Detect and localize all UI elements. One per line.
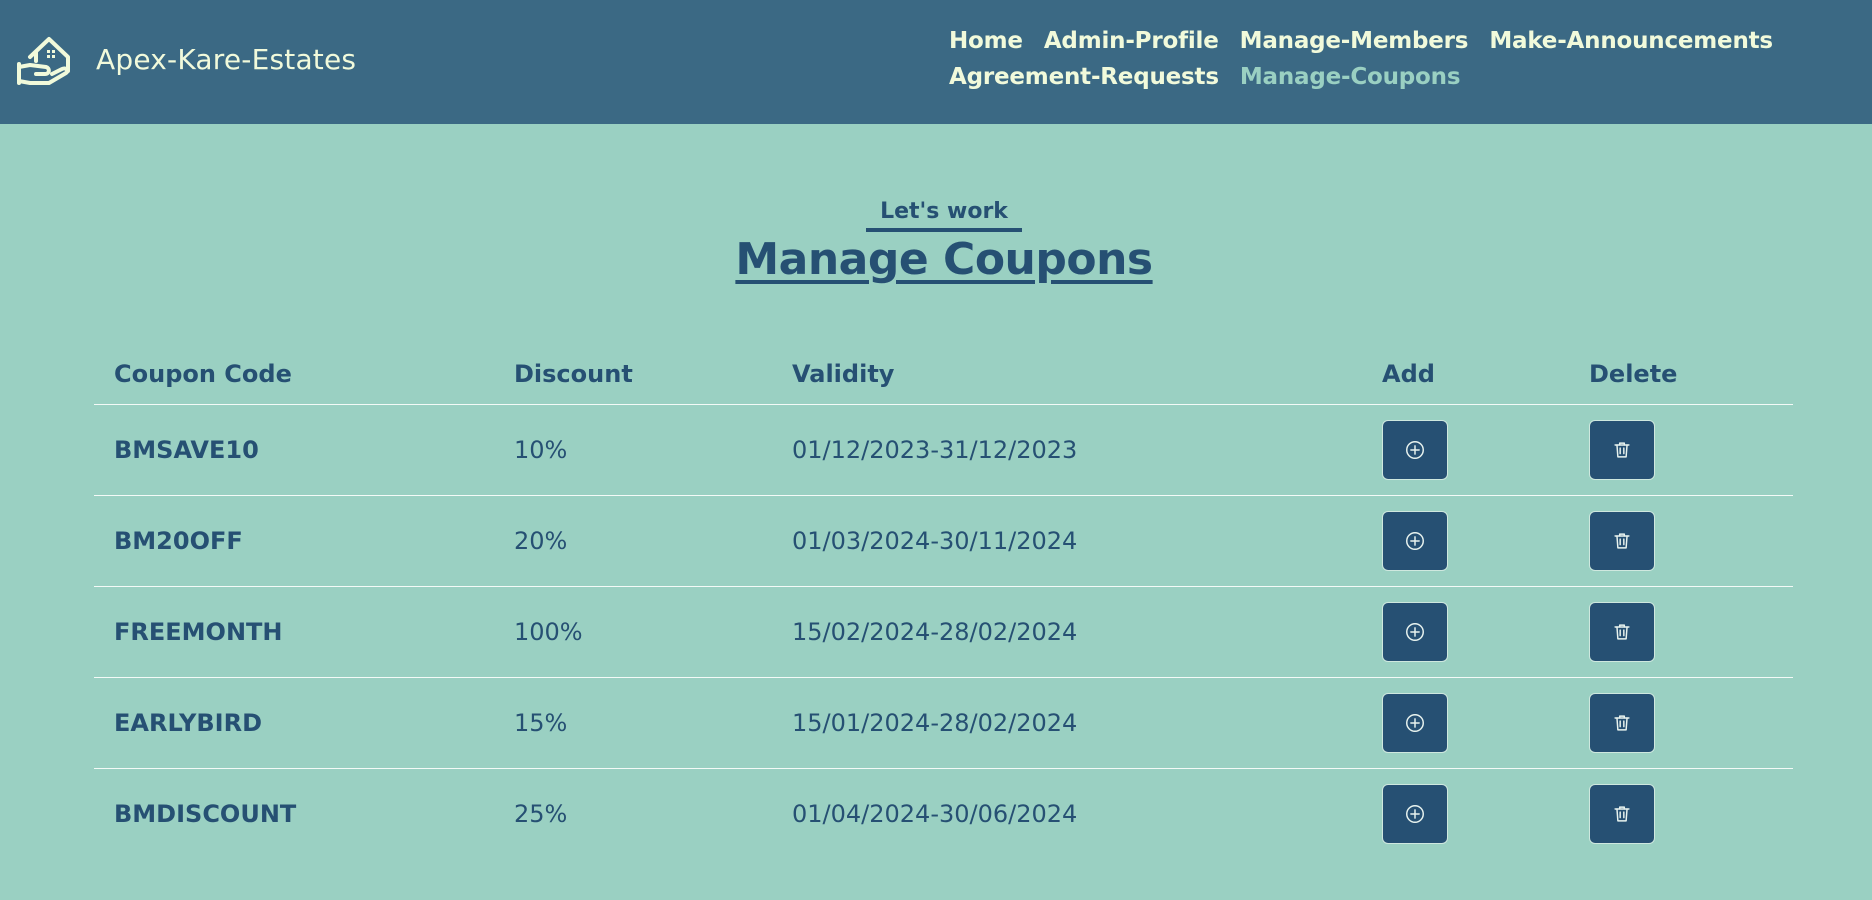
add-cell (1362, 495, 1569, 587)
page-title: Manage Coupons (735, 234, 1153, 285)
table-header-row: Coupon Code Discount Validity Add Delete (94, 344, 1793, 405)
trash-icon (1614, 623, 1630, 640)
header-discount: Discount (494, 344, 772, 405)
plus-circle-icon (1406, 440, 1424, 459)
delete-coupon-button[interactable] (1589, 783, 1655, 844)
coupons-table: Coupon Code Discount Validity Add Delete… (94, 344, 1793, 859)
page-heading: Let's work Manage Coupons (0, 198, 1872, 288)
table-row: BM20OFF 20% 01/03/2024-30/11/2024 (94, 495, 1793, 587)
delete-coupon-button[interactable] (1589, 601, 1655, 662)
brand[interactable]: Apex-Kare-Estates (16, 30, 356, 88)
table-row: EARLYBIRD 15% 15/01/2024-28/02/2024 (94, 677, 1793, 769)
trash-icon (1614, 532, 1630, 549)
page-subtitle: Let's work (866, 198, 1022, 232)
coupon-code: BM20OFF (94, 495, 494, 587)
coupon-code: EARLYBIRD (94, 677, 494, 769)
delete-cell (1569, 768, 1793, 859)
add-coupon-button[interactable] (1382, 510, 1448, 571)
coupon-discount: 25% (514, 799, 568, 828)
delete-coupon-button[interactable] (1589, 419, 1655, 480)
coupon-validity: 01/04/2024-30/06/2024 (792, 799, 1078, 828)
nav-admin-profile[interactable]: Admin-Profile (1044, 26, 1219, 56)
trash-icon (1614, 806, 1630, 822)
house-hand-icon (17, 37, 70, 85)
nav-manage-members[interactable]: Manage-Members (1240, 26, 1469, 56)
plus-circle-icon (1406, 622, 1424, 641)
coupon-validity: 15/02/2024-28/02/2024 (772, 586, 1362, 678)
coupon-discount: 100% (494, 586, 772, 678)
add-cell (1362, 404, 1569, 496)
plus-circle-icon (1406, 804, 1424, 823)
nav-agreement-requests[interactable]: Agreement-Requests (949, 62, 1219, 92)
add-cell (1362, 586, 1569, 678)
coupon-code: BMDISCOUNT (114, 799, 297, 828)
nav-make-announcements[interactable]: Make-Announcements (1489, 26, 1773, 56)
table-row: BMSAVE10 10% 01/12/2023-31/12/2023 (94, 404, 1793, 496)
table-row: BMDISCOUNT 25% 01/04/2024-30/06/2024 (94, 768, 1793, 859)
plus-circle-icon (1406, 531, 1424, 550)
coupon-validity: 01/12/2023-31/12/2023 (772, 404, 1362, 496)
header-validity: Validity (772, 344, 1362, 405)
add-coupon-button[interactable] (1382, 692, 1448, 753)
nav-home[interactable]: Home (949, 26, 1023, 56)
coupon-validity: 01/03/2024-30/11/2024 (772, 495, 1362, 587)
delete-cell (1569, 677, 1793, 769)
header-delete: Delete (1569, 344, 1793, 405)
add-coupon-button[interactable] (1382, 419, 1448, 480)
navbar: Apex-Kare-Estates Home Admin-Profile Man… (0, 0, 1872, 124)
header-add: Add (1362, 344, 1569, 405)
delete-coupon-button[interactable] (1589, 510, 1655, 571)
add-coupon-button[interactable] (1382, 601, 1448, 662)
add-coupon-button[interactable] (1382, 783, 1448, 844)
delete-cell (1569, 404, 1793, 496)
coupon-discount: 10% (494, 404, 772, 496)
coupon-discount: 20% (494, 495, 772, 587)
add-cell (1362, 768, 1569, 859)
header-coupon-code: Coupon Code (94, 344, 494, 405)
trash-icon (1614, 441, 1630, 458)
delete-coupon-button[interactable] (1589, 692, 1655, 753)
coupon-code: BMSAVE10 (94, 404, 494, 496)
main-nav: Home Admin-Profile Manage-Members Make-A… (949, 26, 1829, 92)
plus-circle-icon (1406, 713, 1424, 732)
delete-cell (1569, 586, 1793, 678)
coupon-validity: 15/01/2024-28/02/2024 (772, 677, 1362, 769)
add-cell (1362, 677, 1569, 769)
trash-icon (1614, 714, 1630, 731)
coupon-code: FREEMONTH (94, 586, 494, 678)
coupon-discount: 15% (494, 677, 772, 769)
nav-manage-coupons[interactable]: Manage-Coupons (1240, 62, 1461, 92)
table-row: FREEMONTH 100% 15/02/2024-28/02/2024 (94, 586, 1793, 678)
brand-name: Apex-Kare-Estates (96, 42, 357, 76)
delete-cell (1569, 495, 1793, 587)
